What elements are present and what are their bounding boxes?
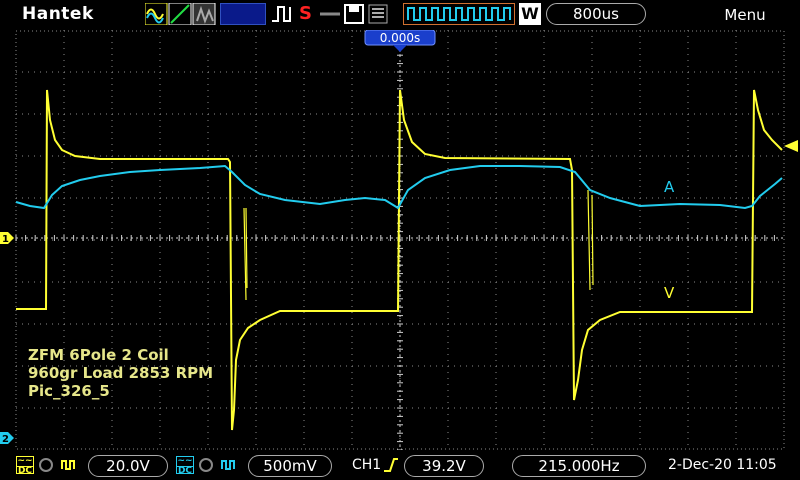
trigger-position-marker[interactable]: 0.000s bbox=[364, 29, 436, 52]
trigger-level-arrow[interactable] bbox=[784, 140, 798, 152]
trigger-status: S bbox=[299, 3, 312, 24]
svg-text:1: 1 bbox=[2, 234, 9, 245]
bottom-status-bar: ~~ DC 20.0V ~~ DC 500mV CH1 39.2V 215.000H… bbox=[0, 450, 800, 480]
ch2-coupling-icon[interactable]: ~~ DC bbox=[176, 456, 194, 476]
svg-text:2: 2 bbox=[2, 434, 9, 445]
ch1-scale[interactable]: 20.0V bbox=[88, 455, 168, 477]
svg-text:Pic_326_5: Pic_326_5 bbox=[28, 382, 110, 400]
ch2-scale[interactable]: 500mV bbox=[248, 455, 332, 477]
voltage-trace-label: V bbox=[664, 284, 675, 302]
screen-annotation: ZFM 6Pole 2 Coil 960gr Load 2853 RPM Pic… bbox=[28, 346, 213, 400]
save-icon-group[interactable] bbox=[318, 3, 396, 25]
ch1-probe-icon bbox=[39, 458, 75, 472]
trigger-level[interactable]: 39.2V bbox=[404, 455, 484, 477]
ch1-ground-marker[interactable]: 1 bbox=[0, 232, 14, 245]
menu-button[interactable]: Menu bbox=[700, 4, 790, 26]
svg-text:ZFM 6Pole 2 Coil: ZFM 6Pole 2 Coil bbox=[28, 346, 169, 364]
trigger-slope-icon bbox=[384, 458, 398, 472]
svg-text:960gr Load 2853 RPM: 960gr Load 2853 RPM bbox=[28, 364, 213, 382]
acquisition-waveform-box[interactable] bbox=[403, 3, 515, 25]
frequency-readout: 215.000Hz bbox=[512, 455, 646, 477]
waveform-type-icons[interactable] bbox=[145, 3, 217, 25]
waveform-display: 0.000s 1 2 A V ZFM 6Pole 2 Coil 960gr Lo… bbox=[0, 29, 798, 451]
date-time: 2-Dec-20 11:05 bbox=[668, 457, 777, 473]
trigger-source: CH1 bbox=[352, 457, 382, 473]
current-trace-label: A bbox=[664, 178, 675, 196]
svg-text:0.000s: 0.000s bbox=[380, 31, 421, 45]
cursor-display-box[interactable] bbox=[220, 3, 266, 25]
timebase-mode-badge: W bbox=[519, 3, 541, 25]
ch2-ground-marker[interactable]: 2 bbox=[0, 432, 14, 445]
ch1-spike-lines bbox=[243, 189, 594, 301]
timebase-value[interactable]: 800us bbox=[546, 3, 646, 25]
ch1-coupling-icon[interactable]: ~~ DC bbox=[16, 456, 34, 476]
top-bar: Hantek S W 800us Menu bbox=[0, 0, 800, 30]
oscilloscope-screen: 0.000s 1 2 A V ZFM 6Pole 2 Coil 960gr Lo… bbox=[0, 29, 800, 451]
ch2-probe-icon bbox=[199, 458, 235, 472]
brand-logo: Hantek bbox=[22, 4, 94, 24]
trigger-edge-icon[interactable] bbox=[270, 3, 296, 25]
